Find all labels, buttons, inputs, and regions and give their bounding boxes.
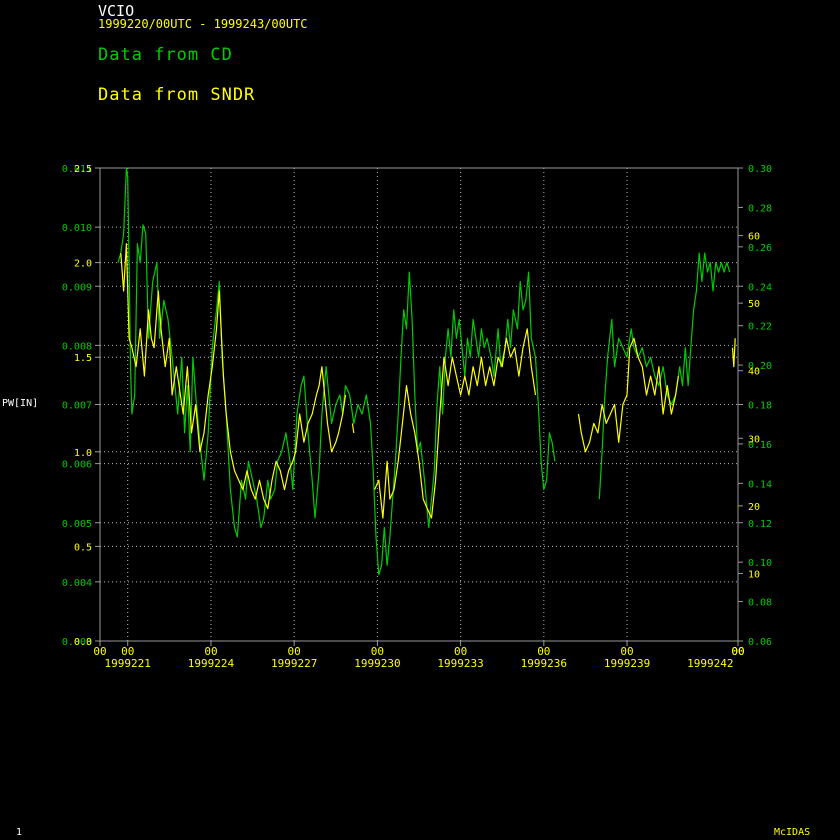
y-tick-label-left: 2.5 [74, 164, 92, 175]
y-tick-label-right: 0.18 [748, 401, 772, 412]
y-tick-label-left: 0.010 [62, 223, 92, 234]
y-tick-label-left: 2.0 [74, 259, 92, 270]
y-tick-label-right: 0.14 [748, 479, 772, 490]
y-tick-label-left: 0.009 [62, 282, 92, 293]
y-tick-label-right: 30 [748, 434, 760, 445]
y-tick-label-right: 0.22 [748, 322, 772, 333]
y-tick-label-right: 0.26 [748, 243, 772, 254]
y-tick-label-right: 40 [748, 367, 760, 378]
tick-marks [95, 167, 743, 646]
series-line-sndr [351, 423, 355, 433]
y-tick-label-right: 0.06 [748, 637, 772, 648]
y-tick-label-left: 0.5 [74, 542, 92, 553]
y-tick-label-right: 0.28 [748, 203, 772, 214]
x-tick-day-label: 1999227 [271, 657, 317, 670]
x-tick-day-label: 1999233 [437, 657, 483, 670]
x-tick-day-label: 1999230 [354, 657, 400, 670]
x-tick-day-label: 1999221 [105, 657, 151, 670]
brand-label: McIDAS [774, 827, 811, 838]
y-tick-label-left: 0.0 [74, 637, 92, 648]
y-tick-label-right: 50 [748, 299, 760, 310]
y-tick-label-left: 0.006 [62, 460, 92, 471]
y-tick-label-right: 20 [748, 502, 760, 513]
x-tick-day-label: 1999242 [687, 657, 733, 670]
y-tick-label-left: 0.004 [62, 578, 92, 589]
y-tick-label-right: 10 [748, 569, 760, 580]
y-tick-label-right: 0.24 [748, 282, 772, 293]
series-line-sndr [731, 338, 736, 368]
x-tick-day-label: 1999239 [604, 657, 650, 670]
y-tick-label-left: 1.5 [74, 353, 92, 364]
series-line-sndr [374, 328, 537, 519]
y-tick-label-left: 0.007 [62, 401, 92, 412]
y-tick-label-right: 0.10 [748, 558, 772, 569]
page-number: 1 [16, 827, 23, 838]
y-tick-label-left: 0.005 [62, 519, 92, 530]
y-tick-label-right: 0.30 [748, 164, 772, 175]
x-tick-day-label: 1999224 [188, 657, 235, 670]
series-line-sndr [577, 337, 679, 453]
y-tick-label-right: 0.08 [748, 598, 772, 609]
y-tick-label-right: 60 [748, 232, 760, 243]
series-line-cd [598, 252, 731, 500]
y-tick-label-right: 0.12 [748, 519, 772, 530]
series-lines [117, 167, 736, 576]
y-tick-label-left: 1.0 [74, 448, 92, 459]
x-tick-day-label: 1999236 [521, 657, 567, 670]
y-tick-label-left: 0.008 [62, 341, 92, 352]
pw-chart: 00 00 00 00 00 00 00 00 00001999221 1999224 199922… [62, 164, 772, 670]
series-line-cd [117, 167, 556, 576]
tick-labels: 00 00 00 00 00 00 00 00 00001999221 1999224 199922… [62, 164, 772, 670]
